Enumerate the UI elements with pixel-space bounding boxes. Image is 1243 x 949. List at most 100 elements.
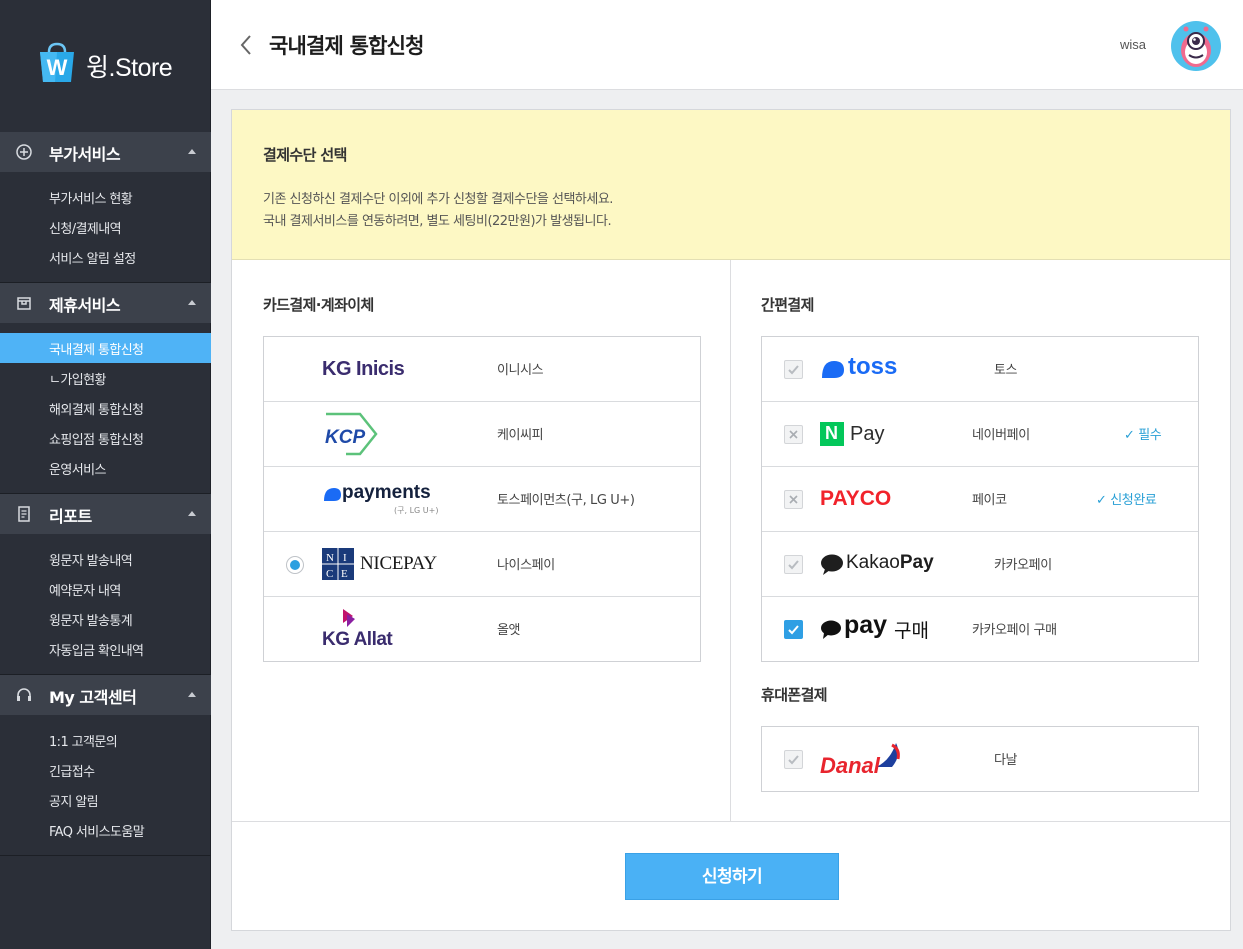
apply-button[interactable]: 신청하기 [625,853,839,900]
payment-apply-panel: 결제수단 선택 기존 신청하신 결제수단 이외에 추가 신청할 결제수단을 선택… [231,109,1231,931]
sidebar-item-sms-stats[interactable]: 윙문자 발송통계 [0,604,211,634]
nav-section-label: 부가서비스 [49,145,121,164]
nav-section-body: 국내결제 통합신청 ㄴ가입현황 해외결제 통합신청 쇼핑입점 통합신청 운영서비… [0,323,211,494]
brand-name: 윙.Store [86,54,173,82]
chevron-up-icon [188,692,196,697]
shopping-bag-icon: W [40,42,74,82]
username[interactable]: wisa [1120,37,1146,52]
notice-text: 기존 신청하신 결제수단 이외에 추가 신청할 결제수단을 선택하세요. [263,192,613,207]
nav-section-label: 리포트 [49,507,92,526]
provider-name: 나이스페이 [497,558,555,573]
sidebar-item-urgent[interactable]: 긴급접수 [0,755,211,785]
sidebar-item-order-history[interactable]: 신청/결제내역 [0,212,211,242]
provider-name: 카카오페이 구매 [972,623,1057,638]
sidebar-item-shopping-entry[interactable]: 쇼핑입점 통합신청 [0,423,211,453]
easy-section-title: 간편결제 [761,296,814,314]
sidebar-item-faq[interactable]: FAQ 서비스도움말 [0,815,211,845]
sidebar-item-notice[interactable]: 공지 알림 [0,785,211,815]
inicis-logo: KG Inicis [322,358,405,380]
checkbox-checked[interactable] [784,620,803,639]
nav-section-label: My 고객센터 [49,688,137,707]
card-provider-list: KG Inicis 이니시스 KCP 케이씨피 payments (구, LG … [263,336,701,662]
kakaopay-purchase-logo: pay 구매 [820,597,945,661]
provider-row-toss[interactable]: toss 토스 [762,337,1198,402]
radio-button-selected[interactable] [286,556,304,574]
checkbox-disabled-checked[interactable] [784,555,803,574]
sidebar-item-addon-status[interactable]: 부가서비스 현황 [0,182,211,212]
provider-row-allat[interactable]: KG Allat 올앳 [264,597,700,662]
provider-name: 다날 [994,753,1018,768]
sidebar-item-inquiry[interactable]: 1:1 고객문의 [0,725,211,755]
provider-name: 토스페이먼츠(구, LG U+) [497,493,635,508]
page-title: 국내결제 통합신청 [269,34,424,58]
sidebar-item-sms-history[interactable]: 윙문자 발송내역 [0,544,211,574]
provider-row-danal[interactable]: Danal 다날 [762,727,1198,791]
mobile-provider-list: Danal 다날 [761,726,1199,792]
card-section-title: 카드결제·계좌이체 [263,296,374,314]
headset-icon [17,688,31,701]
kcp-logo: KCP [322,402,382,466]
provider-name: 케이씨피 [497,428,544,443]
nicepay-logo: N I C E NICEPAY [322,532,447,596]
provider-row-nicepay[interactable]: N I C E NICEPAY 나이스페이 [264,532,700,597]
notice-title: 결제수단 선택 [263,146,347,164]
sidebar-item-deposit-check[interactable]: 자동입금 확인내역 [0,634,211,664]
checkbox-disabled-x[interactable] [784,490,803,509]
svg-text:E: E [341,568,348,580]
provider-name: 토스 [994,363,1018,378]
provider-name: 올앳 [497,623,521,638]
report-icon [18,506,30,522]
sidebar: W 윙.Store 부가서비스 부가서비스 현황 신청/결제내역 서비스 알림 … [0,0,211,949]
nav-section-report[interactable]: 리포트 [0,494,211,534]
sidebar-item-signup-status[interactable]: ㄴ가입현황 [0,363,211,393]
chevron-up-icon [188,511,196,516]
checkbox-disabled-checked[interactable] [784,750,803,769]
provider-row-kcp[interactable]: KCP 케이씨피 [264,402,700,467]
sidebar-item-overseas-payment[interactable]: 해외결제 통합신청 [0,393,211,423]
sidebar-item-scheduled-sms[interactable]: 예약문자 내역 [0,574,211,604]
sidebar-item-alert-settings[interactable]: 서비스 알림 설정 [0,242,211,272]
nav-section-body: 1:1 고객문의 긴급접수 공지 알림 FAQ 서비스도움말 [0,715,211,856]
mobile-section-title: 휴대폰결제 [761,686,828,704]
nav-section-partner[interactable]: 제휴서비스 [0,283,211,323]
easy-provider-list: toss 토스 N Pay 네이버페이 ✓ 필수 PAYCO 페이코 ✓ 신청완… [761,336,1199,662]
danal-logo: Danal [820,727,920,791]
nav-section-support[interactable]: My 고객센터 [0,675,211,715]
column-divider [730,260,731,821]
provider-row-kakaopay-purchase[interactable]: pay 구매 카카오페이 구매 [762,597,1198,662]
svg-text:C: C [326,568,333,580]
nav-section-addon[interactable]: 부가서비스 [0,132,211,172]
notice-text: 국내 결제서비스를 연동하려면, 별도 세팅비(22만원)가 발생됩니다. [263,214,612,229]
allat-logo: KG Allat [322,597,422,661]
provider-row-inicis[interactable]: KG Inicis 이니시스 [264,337,700,402]
chevron-up-icon [188,300,196,305]
top-header: 국내결제 통합신청 wisa [211,0,1243,90]
provider-status: ✓ 신청완료 [1096,493,1157,508]
naverpay-logo: N Pay [820,402,920,466]
footer-divider [232,821,1230,822]
avatar[interactable] [1170,20,1222,72]
nav-section-label: 제휴서비스 [49,296,121,315]
payco-logo: PAYCO [820,487,892,510]
sidebar-item-operation-service[interactable]: 운영서비스 [0,453,211,483]
checkbox-disabled-checked[interactable] [784,360,803,379]
checkbox-disabled-x[interactable] [784,425,803,444]
store-icon [17,297,31,310]
svg-text:N: N [326,552,334,564]
chevron-up-icon [188,149,196,154]
provider-row-tosspayments[interactable]: payments (구, LG U+) 토스페이먼츠(구, LG U+) [264,467,700,532]
provider-name: 카카오페이 [994,558,1052,573]
brand-logo[interactable]: W 윙.Store [0,0,211,132]
notice-box: 결제수단 선택 기존 신청하신 결제수단 이외에 추가 신청할 결제수단을 선택… [232,110,1230,260]
provider-name: 네이버페이 [972,428,1030,443]
sidebar-item-domestic-payment[interactable]: 국내결제 통합신청 [0,333,211,363]
provider-row-naverpay[interactable]: N Pay 네이버페이 ✓ 필수 [762,402,1198,467]
provider-row-payco[interactable]: PAYCO 페이코 ✓ 신청완료 [762,467,1198,532]
provider-row-kakaopay[interactable]: KakaoPay 카카오페이 [762,532,1198,597]
chevron-left-icon[interactable] [239,33,253,57]
plus-circle-icon [16,144,32,160]
nav-section-body: 윙문자 발송내역 예약문자 내역 윙문자 발송통계 자동입금 확인내역 [0,534,211,675]
svg-text:I: I [343,552,347,564]
toss-logo: toss [820,337,920,401]
tosspayments-logo: payments (구, LG U+) [322,467,447,531]
